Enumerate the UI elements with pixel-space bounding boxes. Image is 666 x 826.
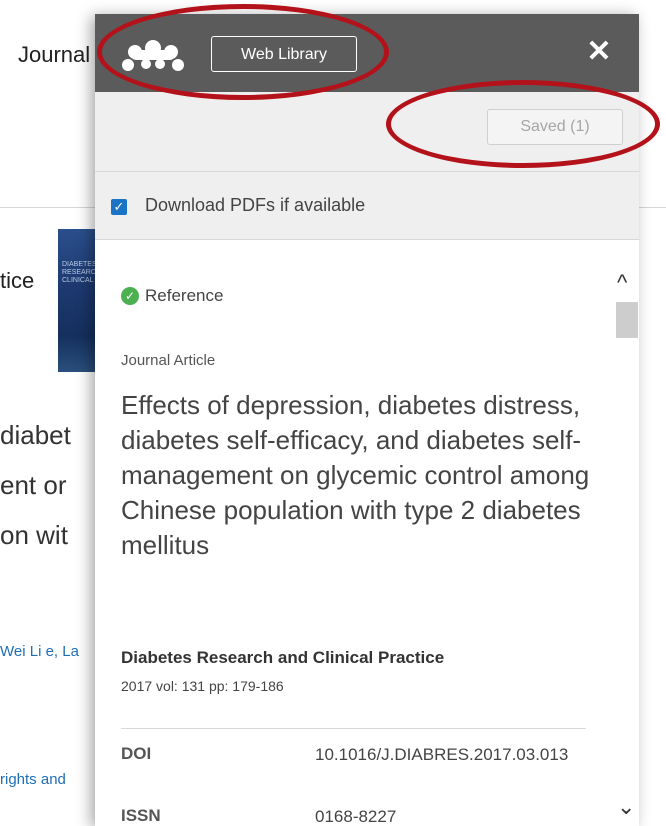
scrollbar[interactable]: ^ ⌄ [611, 240, 639, 826]
reference-details: ✓ Reference Journal Article Effects of d… [95, 240, 639, 826]
journal-name: Diabetes Research and Clinical Practice [121, 648, 445, 667]
details-divider [121, 728, 586, 729]
download-pdfs-label[interactable]: Download PDFs if available [145, 195, 365, 216]
annotation-oval-header [97, 4, 389, 100]
scrollbar-thumb[interactable] [616, 302, 638, 338]
issn-label: ISSN [121, 806, 161, 825]
document-title: Effects of depression, diabetes distress… [121, 390, 590, 560]
publication-details: 2017 vol: 131 pp: 179-186 [121, 678, 284, 694]
scroll-up-icon[interactable]: ^ [617, 270, 627, 296]
article-title-fragment: on wit [0, 520, 68, 550]
journal-name-fragment: tice [0, 268, 35, 293]
download-pdfs-checkbox[interactable]: ✓ [111, 199, 127, 215]
close-icon[interactable]: ✕ [581, 34, 617, 70]
article-title-fragment: ent or [0, 470, 67, 500]
document-type: Journal Article [121, 352, 216, 369]
scroll-down-icon[interactable]: ⌄ [617, 794, 635, 820]
journal-header-text: Journal [18, 42, 91, 67]
doi-value: 10.1016/J.DIABRES.2017.03.013 [315, 745, 569, 764]
annotation-oval-saved [386, 80, 660, 168]
check-circle-icon: ✓ [121, 287, 139, 305]
authors-link[interactable]: Wei Li e, La [0, 643, 79, 660]
journal-cover-image[interactable]: DIABETES RESEARCH CLINICAL [58, 229, 101, 372]
issn-value: 0168-8227 [315, 807, 397, 826]
rights-link[interactable]: rights and [0, 771, 66, 788]
doi-label: DOI [121, 744, 152, 763]
reference-status-label: Reference [145, 286, 224, 305]
download-pdfs-row: ✓ Download PDFs if available [95, 172, 639, 240]
article-title-fragment: diabet [0, 420, 71, 450]
